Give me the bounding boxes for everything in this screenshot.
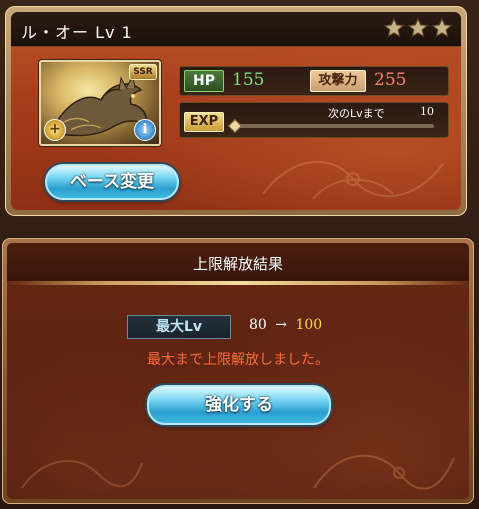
dialog-body: 上限解放結果 最大Lv 80 → 100 最大まで上限解放しました。 強化する <box>7 243 469 499</box>
weapon-name: ル・オー Lv 1 <box>21 23 133 42</box>
dialog-title: 上限解放結果 <box>192 255 283 273</box>
ornament-decoration <box>21 460 143 489</box>
plus-icon[interactable]: + <box>44 119 66 141</box>
old-max-level: 80 <box>249 317 267 333</box>
exp-row: EXP 次のLvまで 10 <box>179 102 449 138</box>
exp-label: EXP <box>184 112 224 132</box>
limit-break-result-dialog: 上限解放結果 最大Lv 80 → 100 最大まで上限解放しました。 強化する <box>2 238 474 504</box>
max-level-label: 最大Lv <box>127 315 231 339</box>
result-message: 最大まで上限解放しました。 <box>147 352 329 368</box>
new-max-level: 100 <box>295 317 323 333</box>
weapon-portrait[interactable]: SSR + i <box>39 60 161 146</box>
arrow-right-icon: → <box>275 317 288 333</box>
upgrade-screen: ル・オー Lv 1 SSR + i HP 155 攻撃力 255 EXP 次のL… <box>0 0 479 509</box>
exp-bar <box>227 118 434 134</box>
attack-label: 攻撃力 <box>310 70 366 92</box>
hp-label: HP <box>184 70 224 92</box>
weapon-panel: ル・オー Lv 1 SSR + i HP 155 攻撃力 255 EXP 次のL… <box>5 6 467 216</box>
rarity-stars <box>383 17 453 39</box>
attack-value: 255 <box>374 70 407 90</box>
info-icon[interactable]: i <box>134 119 156 141</box>
stat-row: HP 155 攻撃力 255 <box>179 66 449 96</box>
next-level-value: 10 <box>420 105 434 118</box>
dialog-header: 上限解放結果 <box>7 243 469 281</box>
header-divider <box>7 281 469 285</box>
ssr-badge: SSR <box>129 64 157 80</box>
next-level-text: 次のLvまで <box>328 107 385 120</box>
weapon-panel-inner: ル・オー Lv 1 SSR + i HP 155 攻撃力 255 EXP 次のL… <box>11 12 461 210</box>
ornament-decoration <box>262 160 444 200</box>
hp-value: 155 <box>232 70 265 90</box>
level-change: 80 → 100 <box>249 317 322 333</box>
ornament-decoration <box>313 454 455 490</box>
weapon-title-bar: ル・オー Lv 1 <box>11 12 461 47</box>
base-change-button[interactable]: ベース変更 <box>45 164 179 200</box>
star-icon <box>431 17 453 38</box>
exp-bar-marker <box>227 118 243 134</box>
star-icon <box>407 17 429 38</box>
star-icon <box>383 17 405 38</box>
enhance-button[interactable]: 強化する <box>147 385 331 425</box>
